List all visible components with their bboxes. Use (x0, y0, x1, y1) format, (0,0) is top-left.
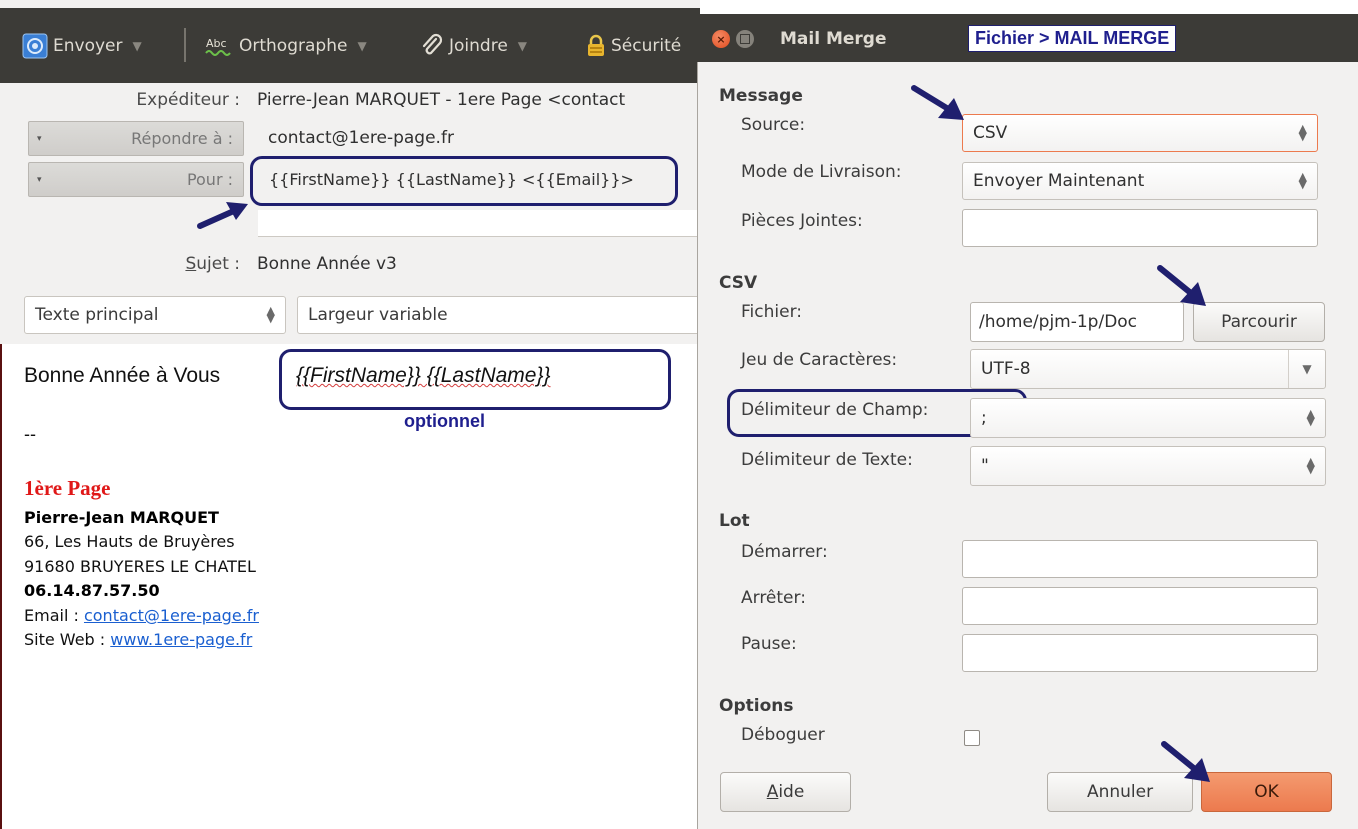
send-button[interactable]: Envoyer ▼ (22, 8, 142, 83)
chevron-down-icon: ▾ (37, 134, 42, 144)
email-label: Email : (24, 606, 79, 625)
browse-button[interactable]: Parcourir (1193, 302, 1325, 342)
website-link[interactable]: www.1ere-page.fr (110, 630, 252, 649)
charset-value: UTF-8 (981, 359, 1031, 379)
charset-label: Jeu de Caractères: (741, 350, 898, 370)
file-path-input[interactable]: /home/pjm-1p/Doc (970, 302, 1184, 342)
paragraph-format-select[interactable]: Texte principal ▲ ▼ (24, 296, 286, 334)
chevron-down-icon[interactable]: ▼ (1288, 350, 1325, 388)
annotation-arrow-source (911, 85, 964, 120)
svg-text:Abc: Abc (206, 37, 227, 50)
file-label: Fichier: (741, 302, 802, 322)
delivery-mode-value: Envoyer Maintenant (973, 171, 1145, 191)
reply-to-type-button[interactable]: ▾ Répondre à : (28, 121, 244, 156)
greeting-variables-text: {{FirstName}} {{LastName}} (296, 364, 551, 387)
optional-annotation: optionnel (404, 411, 485, 431)
stop-input[interactable] (962, 587, 1318, 625)
reply-to-field[interactable]: contact@1ere-page.fr (268, 128, 698, 148)
menu-path-annotation: Fichier > MAIL MERGE (968, 25, 1177, 52)
text-delimiter-label: Délimiteur de Texte: (741, 450, 913, 470)
updown-arrows-icon: ▲ ▼ (1306, 455, 1315, 476)
email-link[interactable]: contact@1ere-page.fr (84, 606, 259, 625)
address-line-2: 91680 BRUYERES LE CHATEL (24, 557, 256, 576)
stop-label: Arrêter: (741, 588, 806, 608)
website-label: Site Web : (24, 630, 106, 649)
annotation-arrow-browse (1157, 265, 1206, 306)
spelling-label: Orthographe (239, 35, 348, 56)
charset-select[interactable]: UTF-8 ▼ (970, 349, 1326, 389)
send-icon (22, 33, 48, 59)
help-button[interactable]: Aide (720, 772, 851, 812)
font-value: Largeur variable (308, 305, 448, 325)
paperclip-icon (420, 33, 444, 59)
delivery-mode-select[interactable]: Envoyer Maintenant ▲ ▼ (962, 162, 1318, 200)
lock-icon (586, 34, 606, 58)
debug-checkbox[interactable] (964, 730, 980, 746)
spellcheck-icon: Abc (204, 34, 234, 58)
maximize-window-icon[interactable] (736, 30, 754, 48)
website-line: Site Web : www.1ere-page.fr (24, 630, 252, 649)
spelling-button[interactable]: Abc Orthographe ▼ (204, 8, 367, 83)
security-button[interactable]: Sécurité (586, 8, 700, 83)
from-field[interactable]: Pierre-Jean MARQUET - 1ere Page <contact (257, 90, 697, 110)
email-line: Email : contact@1ere-page.fr (24, 606, 259, 625)
annotation-arrow-ok (1161, 741, 1210, 782)
text-delimiter-value: " (981, 456, 989, 476)
toolbar-divider (184, 28, 186, 62)
font-select[interactable]: Largeur variable (297, 296, 707, 334)
annotation-arrow-to (197, 202, 248, 229)
address-line-1: 66, Les Hauts de Bruyères (24, 532, 235, 551)
greeting-text: Bonne Année à Vous (24, 364, 221, 387)
from-label: Expéditeur : (136, 90, 240, 110)
to-empty-row[interactable] (258, 210, 700, 237)
options-section-heading: Options (719, 696, 794, 716)
source-label: Source: (741, 115, 806, 135)
batch-section-heading: Lot (719, 511, 750, 531)
debug-label: Déboguer (741, 725, 825, 745)
attachments-label: Pièces Jointes: (741, 211, 863, 231)
security-label: Sécurité (611, 35, 682, 56)
attachments-input[interactable] (962, 209, 1318, 247)
reply-to-label: Répondre à : (131, 129, 233, 148)
paragraph-format-value: Texte principal (35, 305, 159, 325)
updown-arrows-icon: ▲ ▼ (266, 304, 275, 325)
signature-separator: -- (24, 424, 36, 444)
signature-name: Pierre-Jean MARQUET (24, 508, 219, 527)
phone-number: 06.14.87.57.50 (24, 581, 160, 600)
ok-button[interactable]: OK (1201, 772, 1332, 812)
send-label: Envoyer (53, 35, 123, 56)
greeting-variables: {{FirstName}} {{LastName}} (296, 364, 551, 388)
field-delimiter-select[interactable]: ; ▲ ▼ (970, 398, 1326, 438)
help-button-label: Aide (766, 782, 805, 802)
chevron-down-icon[interactable]: ▼ (133, 39, 142, 53)
to-label: Pour : (186, 170, 233, 189)
pause-label: Pause: (741, 634, 797, 654)
csv-section-heading: CSV (719, 273, 758, 293)
source-value: CSV (973, 123, 1008, 143)
field-delimiter-label: Délimiteur de Champ: (741, 400, 929, 420)
message-section-heading: Message (719, 86, 803, 106)
to-field[interactable]: {{FirstName}} {{LastName}} <{{Email}}> (269, 170, 669, 189)
subject-label: SBonne Année v3ujet : (185, 254, 240, 274)
chevron-down-icon[interactable]: ▼ (357, 39, 366, 53)
delivery-mode-label: Mode de Livraison: (741, 162, 902, 182)
start-input[interactable] (962, 540, 1318, 578)
subject-field[interactable]: Bonne Année v3 (257, 254, 697, 274)
dialog-title: Mail Merge (780, 29, 887, 49)
attach-label: Joindre (449, 35, 508, 56)
updown-arrows-icon: ▲ ▼ (1298, 122, 1307, 143)
field-delimiter-value: ; (981, 408, 987, 428)
text-delimiter-select[interactable]: " ▲ ▼ (970, 446, 1326, 486)
close-window-icon[interactable]: × (712, 30, 730, 48)
pause-input[interactable] (962, 634, 1318, 672)
updown-arrows-icon: ▲ ▼ (1306, 407, 1315, 428)
chevron-down-icon[interactable]: ▼ (518, 39, 527, 53)
company-name: 1ère Page (24, 476, 111, 500)
to-type-button[interactable]: ▾ Pour : (28, 162, 244, 197)
source-select[interactable]: CSV ▲ ▼ (962, 114, 1318, 152)
attach-button[interactable]: Joindre ▼ (420, 8, 527, 83)
start-label: Démarrer: (741, 542, 828, 562)
chevron-down-icon: ▾ (37, 175, 42, 185)
updown-arrows-icon: ▲ ▼ (1298, 170, 1307, 191)
